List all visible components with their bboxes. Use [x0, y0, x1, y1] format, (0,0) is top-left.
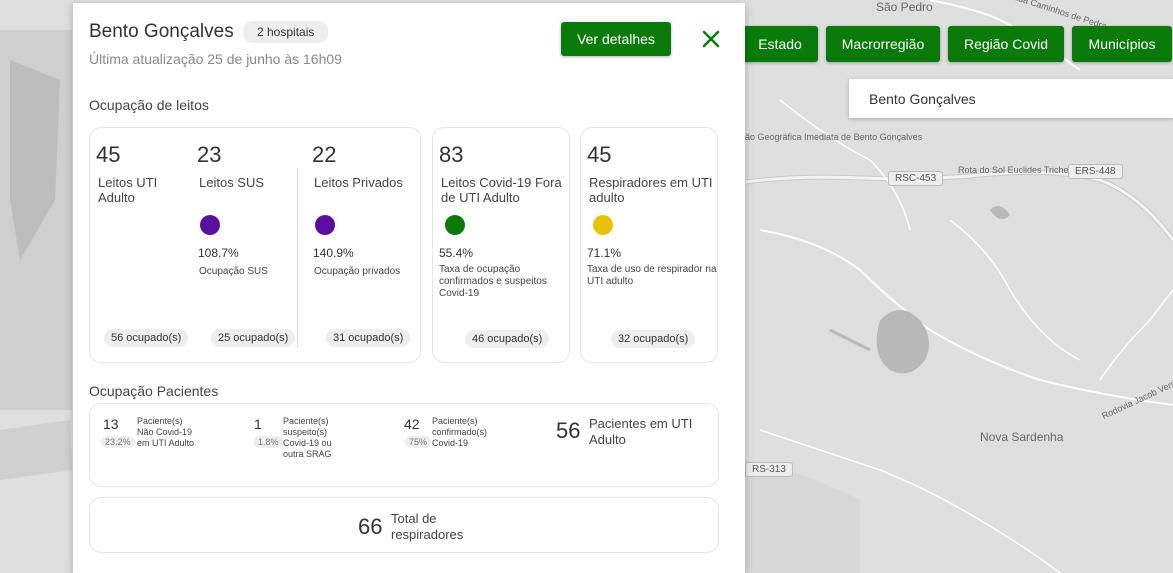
- sus-occupied-badge: 25 ocupado(s): [211, 329, 296, 347]
- beds-section-title: Ocupação de leitos: [89, 97, 209, 113]
- details-button[interactable]: Ver detalhes: [561, 22, 671, 56]
- estado-button[interactable]: Estado: [742, 26, 818, 62]
- sus-occupancy-label: Ocupação SUS: [199, 266, 268, 277]
- municipality-search-input[interactable]: Bento Gonçalves: [849, 79, 1173, 118]
- road-badge-rs313: RS-313: [745, 462, 793, 477]
- suspeito-pct: 1.8%: [254, 436, 283, 448]
- suspeito-value: 1: [254, 416, 262, 432]
- respiradores-total-label: Total de respiradores: [391, 511, 464, 542]
- respiradores-occupied-badge: 32 ocupado(s): [611, 330, 696, 348]
- close-icon[interactable]: [699, 27, 723, 51]
- respiradores-status-dot: [593, 215, 613, 235]
- beds-card-covid: 83 Leitos Covid-19 Fora de UTI Adulto 55…: [432, 127, 570, 363]
- covid-status-dot: [445, 215, 465, 235]
- patients-section-title: Ocupação Pacientes: [89, 383, 219, 399]
- uti-patients-value: 56: [556, 418, 581, 443]
- nao-covid-pct: 23.2%: [101, 436, 135, 448]
- municipality-info-panel: Bento Gonçalves 2 hospitais Última atual…: [73, 3, 745, 573]
- privados-occupancy-pct: 140.9%: [313, 246, 354, 260]
- road-badge-ers448: ERS-448: [1068, 164, 1123, 179]
- respiradores-label: Respiradores em UTI adulto: [589, 175, 713, 205]
- nao-covid-label: Paciente(s) Não Covid-19 em UTI Adulto: [137, 416, 195, 448]
- hospitals-badge: 2 hospitais: [243, 21, 329, 43]
- divider: [297, 168, 298, 348]
- privados-beds-label: Leitos Privados: [314, 175, 403, 190]
- road-badge-rsc453: RSC-453: [888, 171, 944, 186]
- uti-occupied-badge: 56 ocupado(s): [104, 329, 189, 347]
- sus-occupancy-pct: 108.7%: [198, 246, 239, 260]
- confirmado-pct: 75%: [405, 436, 432, 448]
- privados-beds-value: 22: [312, 142, 337, 167]
- respiradores-value: 45: [587, 142, 612, 167]
- regiao-covid-button[interactable]: Região Covid: [948, 26, 1064, 62]
- covid-occupied-badge: 46 ocupado(s): [465, 330, 550, 348]
- map-label-sao-pedro: São Pedro: [876, 0, 933, 14]
- respiradores-usage-label: Taxa de uso de respirador na UTI adulto: [587, 264, 717, 287]
- beds-card-uti: 45 Leitos UTI Adulto 56 ocupado(s) 23 Le…: [89, 127, 421, 363]
- covid-occupancy-label: Taxa de ocupação confirmados e suspeitos…: [439, 264, 547, 299]
- sus-beds-label: Leitos SUS: [199, 175, 265, 190]
- beds-card-respiradores: 45 Respiradores em UTI adulto 71.1% Taxa…: [580, 127, 718, 363]
- confirmado-label: Paciente(s) confirmado(s) Covid-19: [432, 416, 488, 448]
- respiradores-total-value: 66: [358, 514, 383, 539]
- uti-patients-label: Pacientes em UTI Adulto: [589, 416, 693, 447]
- respiradores-total-card: 66 Total de respiradores: [89, 497, 719, 553]
- covid-occupancy-pct: 55.4%: [439, 246, 474, 260]
- map-label-nova-sardenha: Nova Sardenha: [980, 430, 1064, 444]
- municipios-button[interactable]: Municípios: [1072, 26, 1172, 62]
- privados-occupied-badge: 31 ocupado(s): [326, 329, 411, 347]
- macrorregiao-button[interactable]: Macrorregião: [826, 26, 940, 62]
- covid-beds-label: Leitos Covid-19 Fora de UTI Adulto: [441, 175, 562, 205]
- privados-status-dot: [315, 215, 335, 235]
- respiradores-usage-pct: 71.1%: [587, 246, 622, 260]
- uti-beds-label: Leitos UTI Adulto: [98, 175, 158, 205]
- privados-occupancy-label: Ocupação privados: [314, 266, 401, 277]
- covid-beds-value: 83: [439, 142, 464, 167]
- confirmado-value: 42: [404, 416, 420, 432]
- sus-beds-value: 23: [197, 142, 222, 167]
- uti-beds-value: 45: [96, 142, 121, 167]
- last-updated: Última atualização 25 de junho às 16h09: [89, 51, 342, 67]
- patients-card: 13 23.2% Paciente(s) Não Covid-19 em UTI…: [89, 403, 719, 487]
- suspeito-label: Paciente(s) suspeito(s) Covid-19 ou outr…: [283, 416, 332, 459]
- page-title: Bento Gonçalves: [89, 21, 234, 42]
- nao-covid-value: 13: [103, 416, 119, 432]
- sus-status-dot: [200, 215, 220, 235]
- map-label-rota: Rota do Sol Euclides Triches: [958, 165, 1074, 175]
- map-label-regiao: ão Geográfica Imediata de Bento Gonçalve…: [745, 132, 923, 142]
